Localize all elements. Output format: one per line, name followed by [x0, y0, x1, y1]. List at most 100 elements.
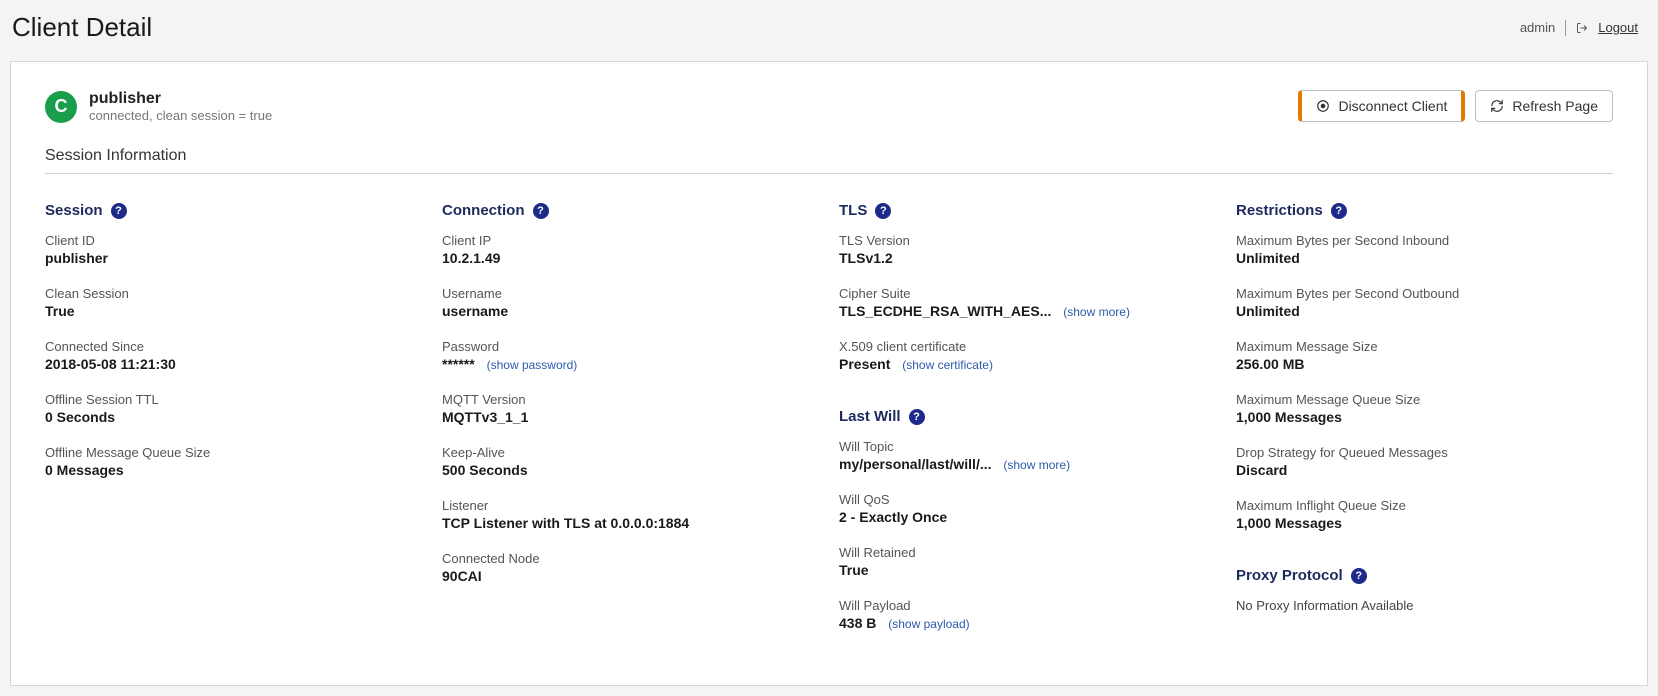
- drop-strategy-label: Drop Strategy for Queued Messages: [1236, 445, 1613, 460]
- logout-link[interactable]: Logout: [1598, 20, 1638, 35]
- client-avatar: C: [45, 91, 77, 123]
- cipher-suite-value: TLS_ECDHE_RSA_WITH_AES... (show more): [839, 303, 1216, 319]
- max-in-label: Maximum Bytes per Second Inbound: [1236, 233, 1613, 248]
- cipher-show-more-link[interactable]: (show more): [1063, 305, 1130, 319]
- help-icon[interactable]: ?: [1351, 568, 1367, 584]
- refresh-label: Refresh Page: [1512, 98, 1598, 114]
- tls-lastwill-column: TLS ? TLS Version TLSv1.2 Cipher Suite T…: [839, 196, 1216, 651]
- password-label: Password: [442, 339, 819, 354]
- show-password-link[interactable]: (show password): [487, 358, 578, 372]
- connected-since-value: 2018-05-08 11:21:30: [45, 356, 422, 372]
- connection-column: Connection ? Client IP 10.2.1.49 Usernam…: [442, 196, 819, 651]
- will-payload-label: Will Payload: [839, 598, 1216, 613]
- client-identity: C publisher connected, clean session = t…: [45, 90, 272, 123]
- max-queue-value: 1,000 Messages: [1236, 409, 1613, 425]
- keep-alive-label: Keep-Alive: [442, 445, 819, 460]
- last-will-heading: Last Will ?: [839, 408, 1216, 425]
- connected-since-label: Connected Since: [45, 339, 422, 354]
- help-icon[interactable]: ?: [875, 203, 891, 219]
- offline-queue-value: 0 Messages: [45, 462, 422, 478]
- clean-session-value: True: [45, 303, 422, 319]
- will-retained-value: True: [839, 562, 1216, 578]
- will-topic-value: my/personal/last/will/... (show more): [839, 456, 1216, 472]
- max-in-value: Unlimited: [1236, 250, 1613, 266]
- show-payload-link[interactable]: (show payload): [888, 617, 969, 631]
- will-qos-value: 2 - Exactly Once: [839, 509, 1216, 525]
- user-area: admin Logout: [1520, 20, 1638, 36]
- password-mask: ******: [442, 356, 475, 372]
- proxy-none-text: No Proxy Information Available: [1236, 598, 1613, 613]
- session-column: Session ? Client ID publisher Clean Sess…: [45, 196, 422, 651]
- client-name: publisher: [89, 90, 272, 108]
- username-value: username: [442, 303, 819, 319]
- max-inflight-value: 1,000 Messages: [1236, 515, 1613, 531]
- restrictions-heading: Restrictions ?: [1236, 202, 1613, 219]
- listener-value: TCP Listener with TLS at 0.0.0.0:1884: [442, 515, 819, 531]
- cipher-text: TLS_ECDHE_RSA_WITH_AES...: [839, 303, 1051, 319]
- connected-node-value: 90CAI: [442, 568, 819, 584]
- max-msg-size-value: 256.00 MB: [1236, 356, 1613, 372]
- will-payload-value: 438 B (show payload): [839, 615, 1216, 631]
- tls-heading: TLS ?: [839, 202, 1216, 219]
- max-msg-size-label: Maximum Message Size: [1236, 339, 1613, 354]
- listener-label: Listener: [442, 498, 819, 513]
- session-heading: Session ?: [45, 202, 422, 219]
- will-qos-label: Will QoS: [839, 492, 1216, 507]
- connected-node-label: Connected Node: [442, 551, 819, 566]
- password-value: ****** (show password): [442, 356, 819, 372]
- will-topic-label: Will Topic: [839, 439, 1216, 454]
- session-heading-text: Session: [45, 202, 103, 219]
- last-will-heading-text: Last Will: [839, 408, 901, 425]
- divider: [1565, 20, 1566, 36]
- max-inflight-label: Maximum Inflight Queue Size: [1236, 498, 1613, 513]
- drop-strategy-value: Discard: [1236, 462, 1613, 478]
- current-user: admin: [1520, 20, 1555, 35]
- main-panel: C publisher connected, clean session = t…: [10, 61, 1648, 686]
- logout-icon: [1576, 22, 1588, 34]
- help-icon[interactable]: ?: [533, 203, 549, 219]
- username-label: Username: [442, 286, 819, 301]
- offline-queue-label: Offline Message Queue Size: [45, 445, 422, 460]
- mqtt-version-value: MQTTv3_1_1: [442, 409, 819, 425]
- refresh-page-button[interactable]: Refresh Page: [1475, 90, 1613, 122]
- restrictions-column: Restrictions ? Maximum Bytes per Second …: [1236, 196, 1613, 651]
- section-title: Session Information: [45, 147, 1613, 174]
- max-out-label: Maximum Bytes per Second Outbound: [1236, 286, 1613, 301]
- tls-version-value: TLSv1.2: [839, 250, 1216, 266]
- help-icon[interactable]: ?: [909, 409, 925, 425]
- cert-label: X.509 client certificate: [839, 339, 1216, 354]
- disconnect-client-button[interactable]: Disconnect Client: [1298, 90, 1465, 122]
- client-id-label: Client ID: [45, 233, 422, 248]
- offline-ttl-label: Offline Session TTL: [45, 392, 422, 407]
- will-payload-text: 438 B: [839, 615, 876, 631]
- proxy-heading: Proxy Protocol ?: [1236, 567, 1613, 584]
- tls-version-label: TLS Version: [839, 233, 1216, 248]
- disconnect-icon: [1316, 99, 1330, 113]
- help-icon[interactable]: ?: [111, 203, 127, 219]
- clean-session-label: Clean Session: [45, 286, 422, 301]
- disconnect-label: Disconnect Client: [1338, 98, 1447, 114]
- will-topic-show-more-link[interactable]: (show more): [1003, 458, 1070, 472]
- proxy-heading-text: Proxy Protocol: [1236, 567, 1343, 584]
- refresh-icon: [1490, 99, 1504, 113]
- page-title: Client Detail: [12, 12, 152, 43]
- cert-value: Present (show certificate): [839, 356, 1216, 372]
- restrictions-heading-text: Restrictions: [1236, 202, 1323, 219]
- connection-heading: Connection ?: [442, 202, 819, 219]
- client-id-value: publisher: [45, 250, 422, 266]
- tls-heading-text: TLS: [839, 202, 867, 219]
- client-ip-value: 10.2.1.49: [442, 250, 819, 266]
- cipher-suite-label: Cipher Suite: [839, 286, 1216, 301]
- mqtt-version-label: MQTT Version: [442, 392, 819, 407]
- max-queue-label: Maximum Message Queue Size: [1236, 392, 1613, 407]
- show-certificate-link[interactable]: (show certificate): [902, 358, 993, 372]
- max-out-value: Unlimited: [1236, 303, 1613, 319]
- client-ip-label: Client IP: [442, 233, 819, 248]
- help-icon[interactable]: ?: [1331, 203, 1347, 219]
- will-retained-label: Will Retained: [839, 545, 1216, 560]
- will-topic-text: my/personal/last/will/...: [839, 456, 992, 472]
- cert-text: Present: [839, 356, 890, 372]
- connection-heading-text: Connection: [442, 202, 525, 219]
- keep-alive-value: 500 Seconds: [442, 462, 819, 478]
- offline-ttl-value: 0 Seconds: [45, 409, 422, 425]
